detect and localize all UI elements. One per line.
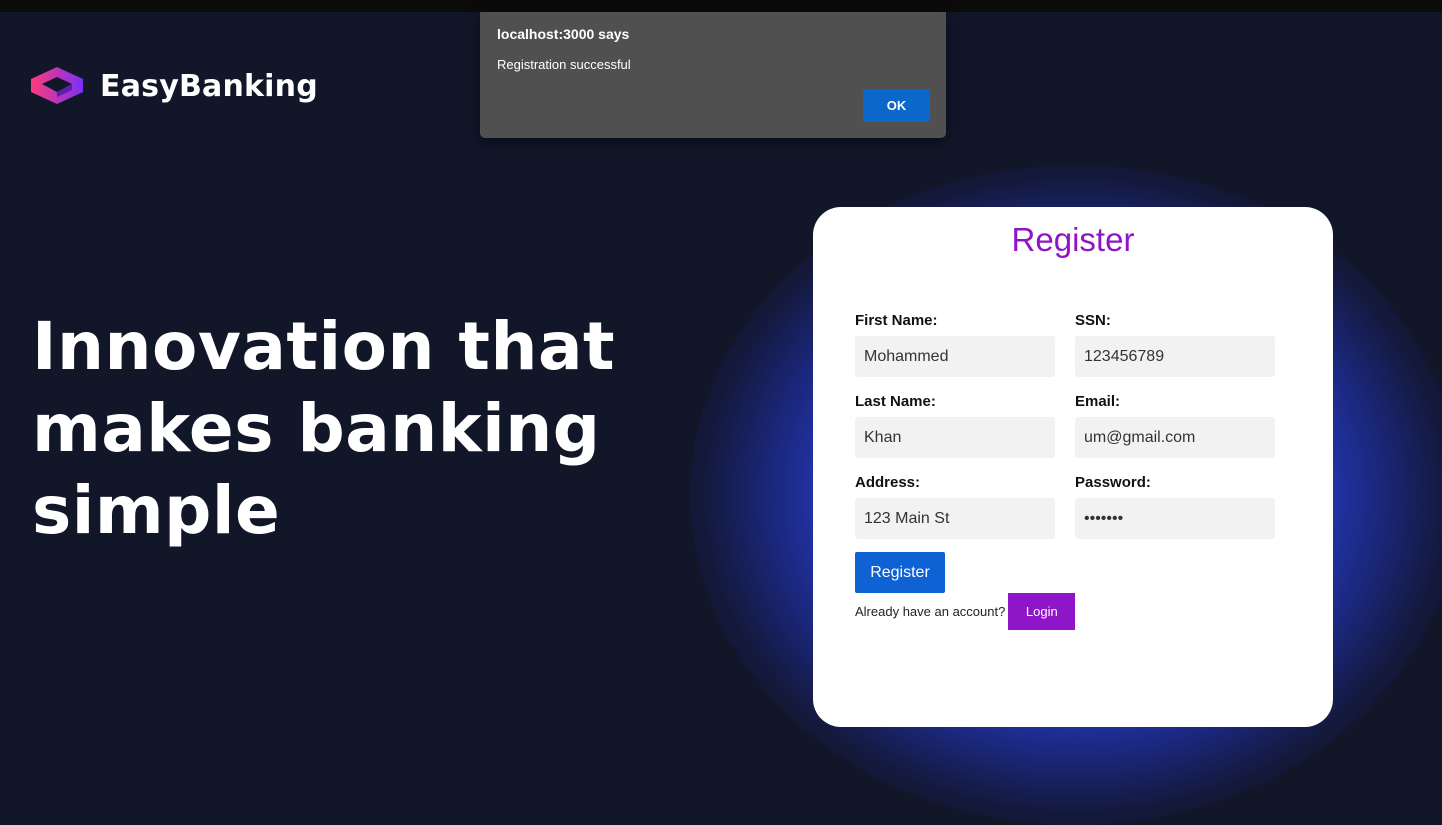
brand-logo[interactable]: EasyBanking [30, 66, 318, 106]
hero-line-2: makes banking [32, 390, 601, 467]
last-name-input[interactable] [855, 417, 1055, 458]
first-name-input[interactable] [855, 336, 1055, 377]
email-input[interactable] [1075, 417, 1275, 458]
register-button[interactable]: Register [855, 552, 945, 593]
hero-line-1: Innovation that [32, 308, 616, 385]
dialog-title: localhost:3000 says [497, 26, 630, 42]
alert-dialog: localhost:3000 says Registration success… [480, 12, 946, 138]
dialog-message: Registration successful [497, 57, 631, 72]
ssn-field-group: SSN: [1075, 312, 1275, 377]
password-label: Password: [1075, 474, 1151, 491]
ssn-input[interactable] [1075, 336, 1275, 377]
hero-headline: Innovation that makes banking simple [32, 306, 672, 552]
brand-name: EasyBanking [100, 68, 318, 104]
browser-top-bar [0, 0, 1442, 12]
isometric-cube-logo-icon [31, 67, 83, 104]
email-label: Email: [1075, 393, 1121, 410]
password-input[interactable] [1075, 498, 1275, 539]
register-card: Register First Name: SSN: Last Name: Ema… [813, 207, 1333, 727]
address-label: Address: [855, 474, 921, 491]
last-name-label: Last Name: [855, 393, 936, 410]
register-title: Register [1011, 221, 1135, 258]
hero-line-3: simple [32, 472, 281, 549]
dialog-ok-button[interactable]: OK [863, 89, 930, 122]
first-name-field-group: First Name: [855, 312, 1055, 377]
login-prompt-text: Already have an account? [855, 604, 1006, 619]
password-field-group: Password: [1075, 474, 1275, 539]
address-field-group: Address: [855, 474, 1055, 539]
address-input[interactable] [855, 498, 1055, 539]
last-name-field-group: Last Name: [855, 393, 1055, 458]
login-prompt-row: Already have an account? Login [855, 593, 1076, 630]
first-name-label: First Name: [855, 312, 938, 329]
login-button[interactable]: Login [1008, 593, 1076, 630]
email-field-group: Email: [1075, 393, 1275, 458]
ssn-label: SSN: [1075, 312, 1111, 329]
